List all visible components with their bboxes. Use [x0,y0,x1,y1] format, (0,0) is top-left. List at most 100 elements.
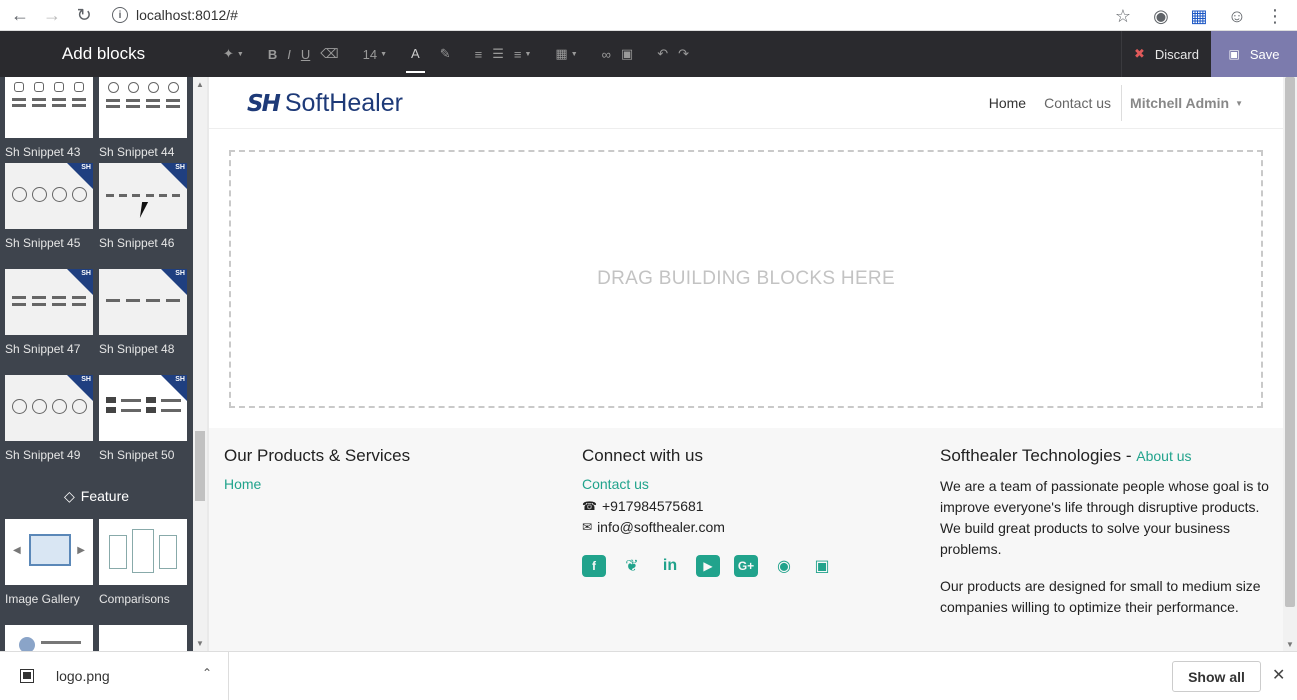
snippet-thumbnail: SH [99,163,187,229]
scroll-down-icon[interactable]: ▼ [1286,640,1294,649]
align-icon[interactable]: ≡ ▼ [509,31,537,77]
close-icon[interactable]: ✕ [1272,665,1285,685]
bulleted-list-icon[interactable]: ≡ [470,31,488,77]
facebook-icon[interactable]: f [582,555,606,577]
link-icon[interactable]: ∞ [597,31,616,77]
snippet-thumbnail: SH [99,375,187,441]
main-menu: Home Contact us Mitchell Admin ▼ [971,77,1243,129]
add-blocks-title: Add blocks [61,44,146,63]
menu-home-link[interactable]: Home [989,95,1026,111]
about-us-link[interactable]: About us [1136,448,1191,464]
chevron-left-icon: ◀ [13,545,21,556]
extension-icon[interactable]: ◉ [1149,4,1173,28]
chevron-up-icon[interactable]: ⌃ [202,666,212,680]
close-icon: ✖ [1134,46,1145,61]
comparisons-block[interactable]: Comparisons [99,519,187,606]
website-canvas: SH SoftHealer Home Contact us Mitchell A… [209,77,1283,651]
scrollbar-thumb[interactable] [1285,77,1295,607]
image-gallery-block[interactable]: ◀ ▶ Image Gallery [5,519,93,606]
snippet-block-43[interactable]: Sh Snippet 43 [5,77,93,159]
editor-toolbar: Add blocks ✦ ▼ B I U ⌫ 14 ▼ A ✎ ≡ ☰ ≡ ▼ ▦ ▼ … [0,31,1297,77]
drop-zone[interactable]: DRAG BUILDING BLOCKS HERE [229,150,1263,408]
snippet-block-45[interactable]: SH Sh Snippet 45 [5,163,93,250]
snippet-block-44[interactable]: Sh Snippet 44 [99,77,187,159]
table-icon[interactable]: ▦ ▼ [550,31,582,77]
image-file-icon [20,669,34,683]
about-paragraph: We are a team of passionate people whose… [940,478,1269,557]
scroll-up-icon[interactable]: ▲ [196,80,204,89]
site-footer: Our Products & Services Home Connect wit… [209,428,1283,651]
blocks-sidebar: Sh Snippet 43 Sh Snippet 44 SH Sh Snippe… [0,77,207,651]
font-color-icon[interactable]: A [406,35,425,73]
info-icon[interactable]: i [112,7,128,23]
youtube-icon[interactable]: ▶ [696,555,720,577]
sidebar-scrollbar[interactable]: ▲ ▼ [193,77,207,651]
image-icon[interactable]: ▣ [616,31,638,77]
envelope-icon: ✉ [582,520,593,534]
snippet-thumbnail [5,625,93,651]
italic-icon[interactable]: I [282,31,296,77]
footer-contact-link[interactable]: Contact us [582,476,912,492]
font-size-select[interactable]: 14 ▼ [358,31,392,77]
back-arrow-icon[interactable]: ← [10,5,30,25]
instagram-icon[interactable]: ▣ [810,555,834,577]
image-icon [29,534,71,566]
discard-button[interactable]: ✖ Discard [1121,31,1211,77]
download-file-name: logo.png [56,668,110,684]
social-icons: f ❦ in ▶ G+ ◉ ▣ [582,555,912,577]
chevron-right-icon: ▶ [77,545,85,556]
underline-icon[interactable]: U [296,31,315,77]
testimonial-block[interactable] [5,625,93,651]
twitter-icon[interactable]: ❦ [620,555,644,577]
scrollbar-thumb[interactable] [195,431,205,501]
snippet-thumbnail: ◀ ▶ [5,519,93,585]
linkedin-icon[interactable]: in [658,555,682,577]
numbered-list-icon[interactable]: ☰ [487,31,509,77]
footer-products-column: Our Products & Services Home [224,446,554,498]
address-bar[interactable]: i localhost:8012/# [112,7,238,23]
github-icon[interactable]: ◉ [772,555,796,577]
snippet-thumbnail: SH [99,269,187,335]
reload-icon[interactable]: ↻ [74,5,94,25]
download-item[interactable]: logo.png ⌃ [0,652,229,700]
google-plus-icon[interactable]: G+ [734,555,758,577]
snippet-block-49[interactable]: SH Sh Snippet 49 [5,375,93,462]
scroll-down-icon[interactable]: ▼ [196,639,204,648]
screenshot-extension-icon[interactable]: ▦ [1187,4,1211,28]
footer-home-link[interactable]: Home [224,476,554,492]
feature-block-partial[interactable] [99,625,187,651]
save-button[interactable]: ▣ Save [1211,31,1297,77]
bold-icon[interactable]: B [263,31,282,77]
redo-icon[interactable]: ↷ [673,31,694,77]
user-menu-dropdown[interactable]: Mitchell Admin ▼ [1121,85,1243,121]
snippet-block-50[interactable]: SH Sh Snippet 50 [99,375,187,462]
page-scrollbar[interactable]: ▼ [1283,77,1297,651]
bookmark-star-icon[interactable]: ☆ [1111,4,1135,28]
footer-connect-column: Connect with us Contact us ☎ +9179845756… [582,446,912,577]
snippet-block-48[interactable]: SH Sh Snippet 48 [99,269,187,356]
show-all-button[interactable]: Show all [1172,661,1261,692]
footer-heading: Connect with us [582,446,703,465]
eraser-icon[interactable]: ⌫ [315,31,343,77]
paint-brush-icon[interactable]: ✎ [435,31,456,77]
about-paragraph: Our products are designed for small to m… [940,578,1261,615]
phone-icon: ☎ [582,499,597,513]
footer-heading: Softhealer Technologies - About us [940,446,1192,465]
snippet-thumbnail [99,625,187,651]
snippet-block-47[interactable]: SH Sh Snippet 47 [5,269,93,356]
floppy-disk-icon: ▣ [1228,47,1240,61]
menu-kebab-icon[interactable]: ⋮ [1263,4,1287,28]
email-line: ✉ info@softhealer.com [582,519,725,535]
avatar-icon [19,637,35,651]
undo-icon[interactable]: ↶ [652,31,673,77]
snippet-thumbnail: SH [5,163,93,229]
site-header: SH SoftHealer Home Contact us Mitchell A… [209,77,1283,129]
snippet-thumbnail: SH [5,375,93,441]
site-logo[interactable]: SH SoftHealer [247,89,403,118]
menu-contact-link[interactable]: Contact us [1044,95,1111,111]
phone-line: ☎ +917984575681 [582,498,704,514]
magic-style-icon[interactable]: ✦ ▼ [218,31,249,77]
text-format-tools: ✦ ▼ B I U ⌫ 14 ▼ A ✎ ≡ ☰ ≡ ▼ ▦ ▼ ∞ ▣ ↶ ↷ [218,31,694,77]
account-icon[interactable]: ☺ [1225,4,1249,28]
forward-arrow-icon[interactable]: → [42,5,62,25]
